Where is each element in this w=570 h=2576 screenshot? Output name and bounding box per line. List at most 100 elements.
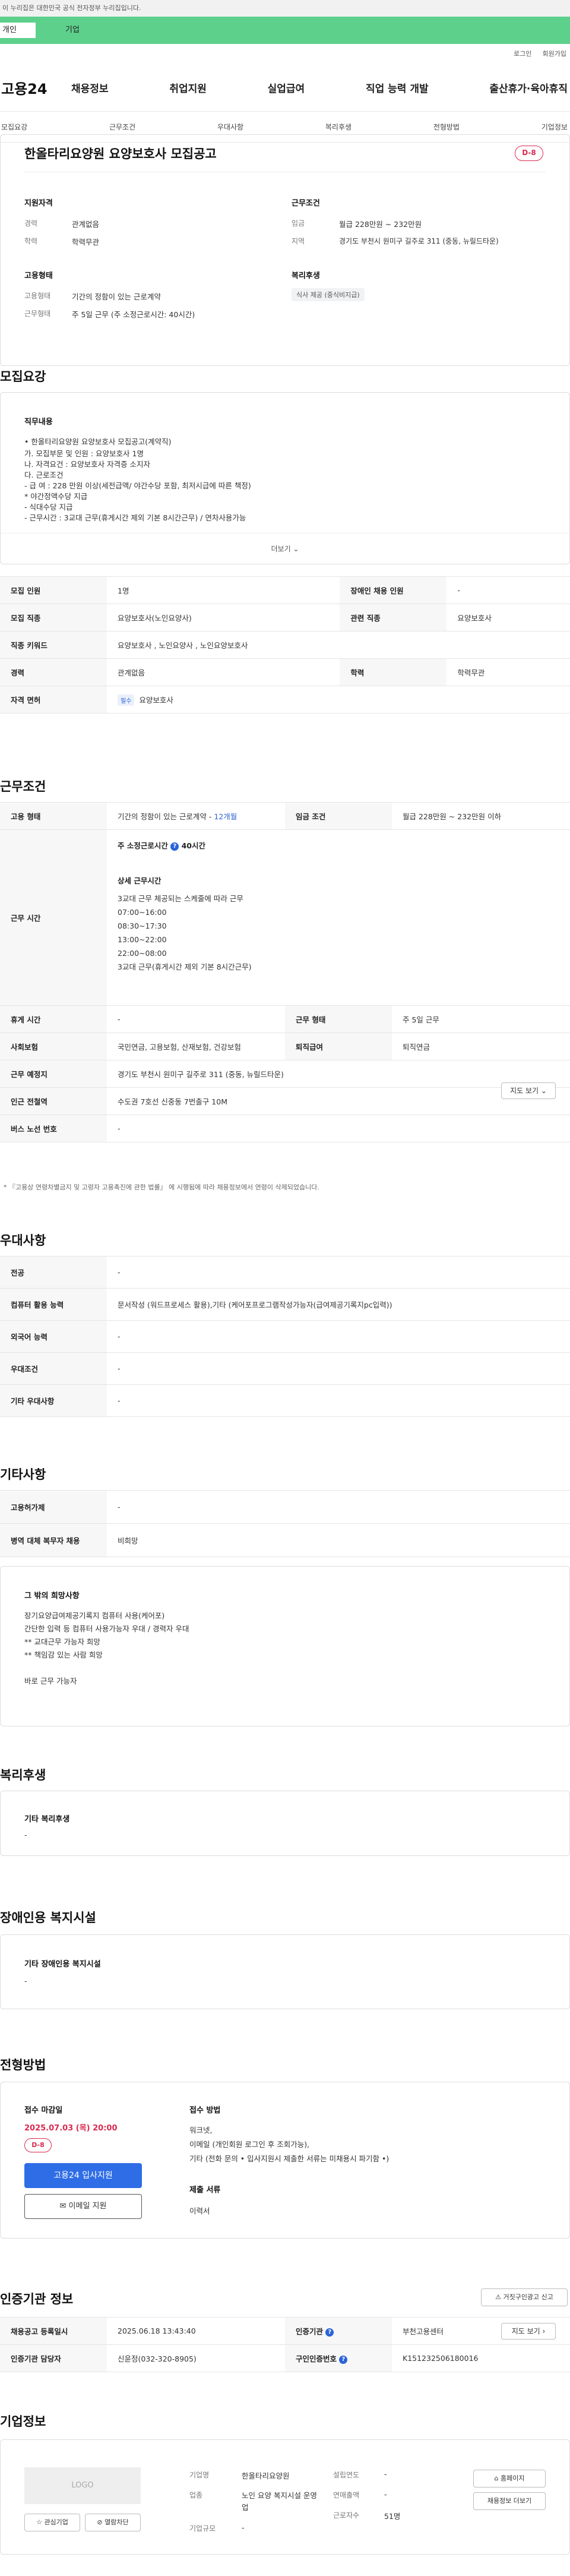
career-key: 경력 xyxy=(24,219,38,228)
job-line: 나. 자격요건 : 요양보호사 자격증 소지자 xyxy=(24,460,151,469)
method-line: 워크넷, xyxy=(189,2126,213,2135)
gnb-item-employment-support[interactable]: 취업지원 xyxy=(169,80,207,95)
job-heading: 직무내용 xyxy=(24,418,53,427)
interest-label: 관심기업 xyxy=(44,2518,68,2526)
table-key: 근무 예정지 xyxy=(0,1060,107,1088)
table-value: - xyxy=(107,1256,570,1289)
recruit-table: 모집 인원 1명 장애인 채용 인원 - 모집 직종 요양보호사(노인요양사) … xyxy=(0,576,570,714)
edu-key: 학력 xyxy=(24,237,38,245)
emp-type-key: 고용형태 xyxy=(24,292,51,300)
info-icon[interactable]: ? xyxy=(339,2355,348,2364)
table-value: 요양보호사 xyxy=(446,604,570,632)
agency-map-label: 지도 보기 xyxy=(511,2327,540,2335)
table-key: 모집 직종 xyxy=(0,604,107,632)
company-name-key: 기업명 xyxy=(189,2471,210,2479)
report-label: 거짓구인광고 신고 xyxy=(503,2293,553,2301)
table-value: 2025.06.18 13:43:40 xyxy=(107,2317,285,2345)
table-value: 주 5일 근무 xyxy=(392,1005,570,1033)
table-value: 학력무관 xyxy=(446,658,570,686)
table-key: 고용 형태 xyxy=(0,802,107,830)
login-link[interactable]: 로그인 xyxy=(514,44,531,64)
table-key: 인증기관 담당자 xyxy=(0,2344,107,2372)
age-footnote: * 『고용상 연령차별금지 및 고령자 고용촉진에 관한 법률』 에 시행됨에 … xyxy=(4,1183,319,1191)
table-row: 기타 우대사항 - xyxy=(0,1384,570,1417)
gnb-item-jobs[interactable]: 채용정보 xyxy=(71,80,109,95)
conditions-table: 고용 형태 기간의 정함이 있는 근로계약 - 12개월 임금 조건 월급 22… xyxy=(0,802,570,1142)
table-key: 모집 인원 xyxy=(0,576,107,604)
report-icon: ⚠ xyxy=(495,2293,501,2301)
interest-company-button[interactable]: ☆ 관심기업 xyxy=(24,2514,80,2531)
hours-line: 13:00~22:00 xyxy=(118,935,167,944)
table-row: 모집 직종 요양보호사(노인요양사) 관련 직종 요양보호사 xyxy=(0,604,570,632)
homepage-label: 홈페이지 xyxy=(501,2474,525,2482)
hours-value: 주 소정근로시간 ? 40시간 상세 근무시간 3교대 근무 체공되는 스케줄에… xyxy=(107,829,570,1006)
table-value: K151232506180016 xyxy=(392,2344,570,2372)
anchor-welfare[interactable]: 복리후생 xyxy=(325,122,352,132)
table-value: - xyxy=(107,1490,570,1524)
table-key: 채용공고 등록일시 xyxy=(0,2317,107,2345)
info-icon[interactable]: ? xyxy=(325,2328,334,2337)
welfare-box-heading: 기타 복리후생 xyxy=(24,1815,70,1824)
map-button[interactable]: 지도 보기 ⌄ xyxy=(501,1082,556,1099)
tab-company[interactable]: 기업 xyxy=(36,23,119,38)
block-label: 열람차단 xyxy=(104,2518,129,2526)
etc-note-line: ** 책임감 있는 사람 희망 xyxy=(24,1650,103,1659)
more-button[interactable]: 더보기 ⌄ xyxy=(1,533,569,564)
table-value: 퇴직연금 xyxy=(392,1033,570,1060)
hours-total: 40시간 xyxy=(181,841,205,850)
job-line: • 한올타리요양원 요양보호사 모집공고(계약직) xyxy=(24,437,172,446)
tab-personal[interactable]: 개인 xyxy=(0,23,36,38)
site-logo[interactable]: 고용24 xyxy=(0,77,71,98)
block-company-button[interactable]: ⊘ 열람차단 xyxy=(85,2514,141,2531)
table-key: 고용허가제 xyxy=(0,1490,107,1524)
apply-button[interactable]: 고용24 입사지원 xyxy=(24,2163,142,2188)
info-icon[interactable]: ? xyxy=(170,842,179,851)
anchor-conditions[interactable]: 근무조건 xyxy=(109,122,135,132)
more-jobs-button[interactable]: 채용정보 더보기 xyxy=(473,2492,546,2510)
table-key: 자격 면허 xyxy=(0,686,107,714)
homepage-button[interactable]: ⌂ 홈페이지 xyxy=(473,2470,546,2487)
table-key: 휴게 시간 xyxy=(0,1005,107,1033)
table-row: 전공 - xyxy=(0,1256,570,1289)
gnb-item-parental-leave[interactable]: 출산휴가·육아휴직 xyxy=(489,80,568,95)
sales-value: - xyxy=(384,2490,387,2499)
agency-table: 채용공고 등록일시 2025.06.18 13:43:40 인증기관 ? 부천고… xyxy=(0,2317,570,2372)
agency-map-button[interactable]: 지도 보기 › xyxy=(501,2323,556,2340)
etc-section-title: 기타사항 xyxy=(0,1467,46,1482)
table-key: 근무 형태 xyxy=(285,1005,392,1033)
staff-value: 51명 xyxy=(384,2512,401,2521)
anchor-company[interactable]: 기업정보 xyxy=(542,122,568,132)
hours-title: 주 소정근로시간 xyxy=(118,841,168,850)
signup-link[interactable]: 회원가입 xyxy=(543,44,566,64)
hours-line: 07:00~16:00 xyxy=(118,908,167,917)
anchor-preference[interactable]: 우대사항 xyxy=(217,122,243,132)
job-line: - 식대수당 지급 xyxy=(24,503,73,512)
email-apply-button[interactable]: ✉ 이메일 지원 xyxy=(24,2194,142,2219)
gnb-item-unemployment-benefit[interactable]: 실업급여 xyxy=(268,80,305,95)
star-icon: ☆ xyxy=(36,2518,42,2526)
worktype-value: 주 5일 근무 (주 소정근로시간: 40시간) xyxy=(72,310,195,319)
hours-line: 08:30~17:30 xyxy=(118,921,167,930)
etc-note-line: 장기요양급여제공기록지 컴퓨터 사용(케어포) xyxy=(24,1611,165,1620)
report-button[interactable]: ⚠ 거짓구인광고 신고 xyxy=(481,2288,568,2306)
table-key: 사회보험 xyxy=(0,1033,107,1060)
anchor-process[interactable]: 전형방법 xyxy=(433,122,460,132)
table-value: - xyxy=(107,1352,570,1385)
table-value: 문서작성 (워드프로세스 활용),기타 (케어포프로그램작성가능자(급여제공기록… xyxy=(107,1288,570,1321)
anchor-recruit[interactable]: 모집요강 xyxy=(1,122,27,132)
user-type-tabs: 개인 기업 xyxy=(0,17,570,44)
job-line: 다. 근로조건 xyxy=(24,471,64,479)
etc-note-heading: 그 밖의 희망사항 xyxy=(24,1592,80,1600)
table-row: 모집 인원 1명 장애인 채용 인원 - xyxy=(0,576,570,604)
table-row: 휴게 시간 - 근무 형태 주 5일 근무 xyxy=(0,1005,570,1033)
region-value: 경기도 부천시 원미구 길주로 311 (중동, 뉴릴드타운) xyxy=(339,237,499,245)
table-value: 요양보호사 , 노인요양사 , 노인요양보호사 xyxy=(107,631,570,659)
table-value: 신윤정(032-320-8905) xyxy=(107,2344,285,2372)
method-line: 이메일 (개인회원 로그인 후 조회가능), xyxy=(189,2140,310,2149)
scale-value: - xyxy=(242,2523,245,2532)
wage-key: 임금 xyxy=(292,219,305,228)
table-row: 외국어 능력 - xyxy=(0,1320,570,1353)
table-key: 버스 노선 번호 xyxy=(0,1115,107,1142)
etc-note-box: 그 밖의 희망사항 장기요양급여제공기록지 컴퓨터 사용(케어포) 간단한 입력… xyxy=(0,1566,570,1726)
gnb-item-vocational-training[interactable]: 직업 능력 개발 xyxy=(366,80,429,95)
